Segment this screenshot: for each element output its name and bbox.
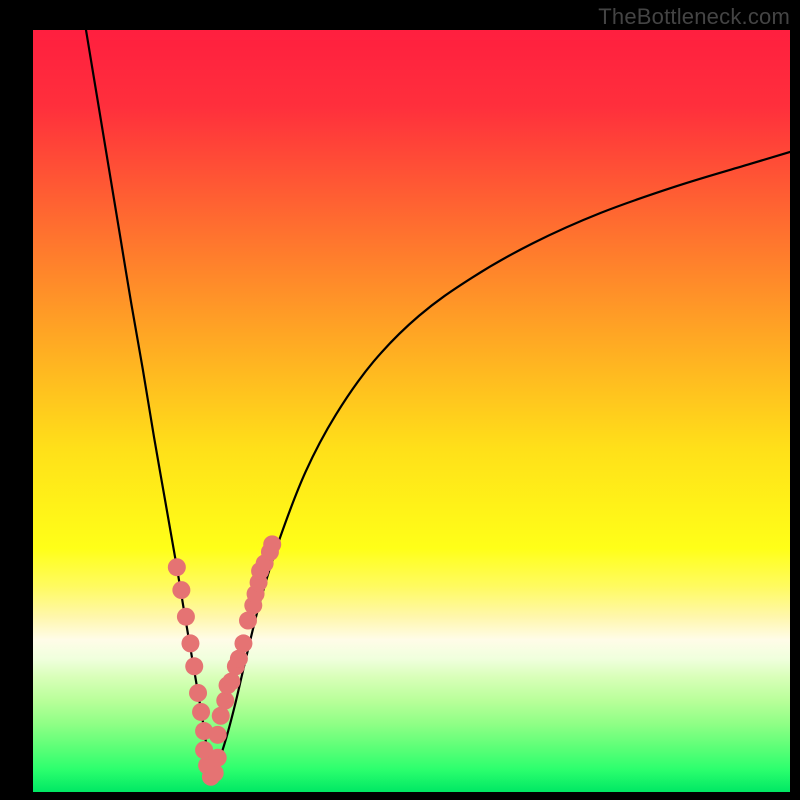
watermark-text: TheBottleneck.com xyxy=(598,4,790,30)
chart-frame: TheBottleneck.com xyxy=(0,0,800,800)
plot-area xyxy=(33,30,790,792)
gradient-background xyxy=(33,30,790,792)
